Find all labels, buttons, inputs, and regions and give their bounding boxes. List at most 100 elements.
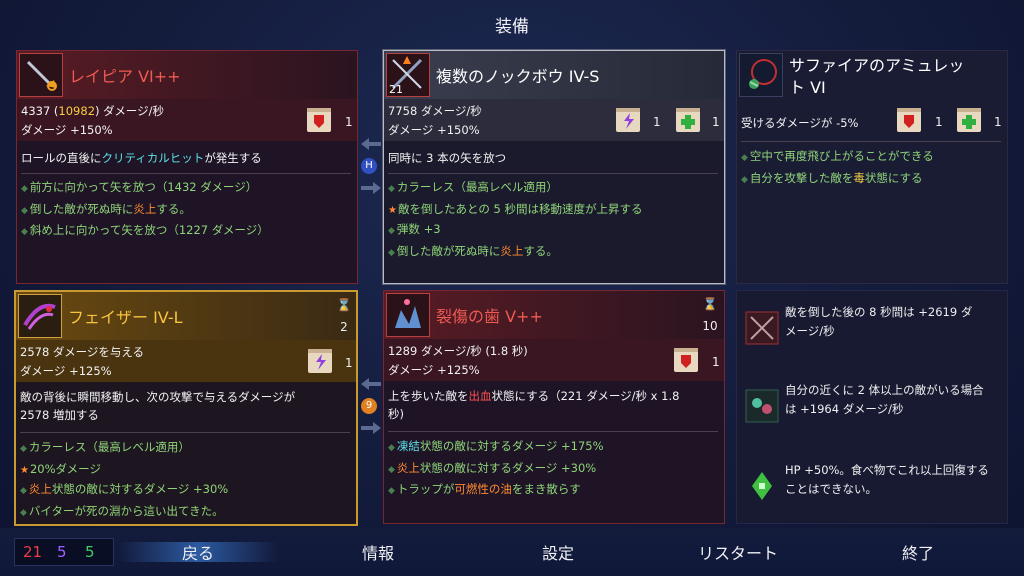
brutality-count: 21 xyxy=(23,543,43,561)
caltrops-header xyxy=(384,291,724,339)
crossbow-level: 21 xyxy=(389,83,403,96)
phaser-card[interactable]: フェイザー IV-L ⌛ 2 2578 ダメージを与える ダメージ +125% … xyxy=(14,290,358,526)
crossbow-card[interactable]: 21 複数のノックボウ IV-S 7758 ダメージ/秒 ダメージ +150% … xyxy=(383,50,725,284)
phaser-name: フェイザー IV-L xyxy=(68,308,183,327)
amulet-stat: 受けるダメージが -5% xyxy=(741,116,859,130)
caltrops-dps: 1289 ダメージ/秒 (1.8 秒) xyxy=(388,344,528,358)
survival-scroll-icon xyxy=(955,105,983,135)
rapier-card[interactable]: レイピア VI++ 4337 (10982) ダメージ/秒 ダメージ +150%… xyxy=(16,50,358,284)
settings-button[interactable]: 設定 xyxy=(498,540,618,564)
crossbow-damage: ダメージ +150% xyxy=(388,123,480,137)
crossbow-description: 同時に 3 本の矢を放つ xyxy=(388,151,507,165)
rapier-scroll-count: 1 xyxy=(345,115,353,129)
swap-left-arrow-icon[interactable] xyxy=(361,376,381,390)
rapier-mods: ◆ 前方に向かって矢を放つ（1432 ダメージ） ◆ 倒した敵が死ぬ時に炎上する。 … xyxy=(21,178,351,243)
restart-button[interactable]: リスタート xyxy=(678,540,798,564)
caltrops-scroll-count: 1 xyxy=(712,355,720,369)
list-item: ◆ バイターが死の淵から這い出てきた。 xyxy=(20,503,224,518)
rapier-dps: 4337 (10982) ダメージ/秒 xyxy=(21,104,164,118)
rapier-name: レイピア VI++ xyxy=(69,67,181,86)
phaser-divider xyxy=(20,432,350,433)
caltrops-damage: ダメージ +125% xyxy=(388,363,480,377)
scroll-counter: 21 5 5 xyxy=(14,538,114,566)
screen-title: 装備 xyxy=(495,17,529,37)
phaser-scroll-count: 1 xyxy=(345,356,353,370)
list-item: ◆ 弾数 +3 xyxy=(388,222,441,236)
caltrops-cooldown: 10 xyxy=(702,319,718,333)
crossbow-name: 複数のノックボウ IV-S xyxy=(436,67,600,86)
rapier-header xyxy=(17,51,357,99)
mutation-item[interactable]: HP +50%。食べ物でこれ以上回復する ことはできない。 xyxy=(741,455,1007,517)
crossbow-mods: ◆ カラーレス（最高レベル適用） ★敵を倒したあとの 5 秒間は移動速度が上昇する… xyxy=(388,178,718,263)
caltrops-divider xyxy=(388,431,718,432)
caltrops-icon xyxy=(386,293,430,337)
amulet-icon xyxy=(739,53,783,97)
list-item: ◆ 前方に向かって矢を放つ（1432 ダメージ） xyxy=(21,180,258,194)
list-item: ◆ 炎上状態の敵に対するダメージ +30% xyxy=(388,460,597,475)
phaser-mods: ◆ カラーレス（最高レベル適用） ★20%ダメージ ◆ 炎上状態の敵に対するダメージ… xyxy=(20,438,350,523)
phaser-header xyxy=(16,292,356,340)
mutations-panel: 敵を倒した後の 8 秒間は +2619 ダメージ/秒 自分の近くに 2 体以上の… xyxy=(736,290,1008,524)
swap-right-arrow-icon[interactable] xyxy=(361,180,381,194)
list-item: ◆ 凍結状態の敵に対するダメージ +175% xyxy=(388,439,604,453)
brutality-scroll-icon xyxy=(305,105,333,135)
back-button[interactable]: 戻る xyxy=(118,540,278,564)
quit-button[interactable]: 終了 xyxy=(858,540,978,564)
phaser-description: 敵の背後に瞬間移動し、次の攻撃で与えるダメージが 2578 増加する xyxy=(20,390,296,422)
green-potion-icon xyxy=(745,469,779,503)
tactics-count: 5 xyxy=(57,543,67,561)
list-item: ◆ 自分を攻撃した敵を毒状態にする xyxy=(741,170,923,185)
amulet-scroll1-count: 1 xyxy=(935,115,943,129)
swap-left-arrow-icon[interactable] xyxy=(361,136,381,150)
mutation-text: 敵を倒した後の 8 秒間は +2619 ダメージ/秒 xyxy=(785,305,973,338)
list-item: ◆ トラップが可燃性の油をまき散らす xyxy=(388,482,581,496)
list-item: ◆ 炎上状態の敵に対するダメージ +30% xyxy=(20,482,229,496)
mutation-text: HP +50%。食べ物でこれ以上回復する ことはできない。 xyxy=(785,463,989,496)
phaser-cooldown: 2 xyxy=(340,320,348,334)
list-item: ◆ 斜め上に向かって矢を放つ（1227 ダメージ） xyxy=(21,223,269,237)
crossbow-divider xyxy=(388,173,718,174)
list-item: ◆ カラーレス（最高レベル適用） xyxy=(388,180,558,194)
survival-count: 5 xyxy=(85,543,95,561)
tactics-scroll-icon xyxy=(614,105,642,135)
hourglass-icon: ⌛ xyxy=(336,298,352,312)
list-item: ◆ 倒した敵が死ぬ時に炎上する。 xyxy=(388,243,558,258)
amulet-mods: ◆ 空中で再度飛び上がることができる ◆ 自分を攻撃した敵を毒状態にする xyxy=(741,147,1001,190)
hourglass-icon: ⌛ xyxy=(702,297,718,311)
crossbow-dps: 7758 ダメージ/秒 xyxy=(388,104,482,118)
amulet-scroll2-count: 1 xyxy=(994,115,1002,129)
rapier-damage: ダメージ +150% xyxy=(21,123,113,137)
list-item: ◆ 倒した敵が死ぬ時に炎上する。 xyxy=(21,201,191,216)
mutation-item[interactable]: 敵を倒した後の 8 秒間は +2619 ダメージ/秒 xyxy=(741,297,1007,359)
caltrops-mods: ◆ 凍結状態の敵に対するダメージ +175% ◆ 炎上状態の敵に対するダメージ +3… xyxy=(388,437,718,502)
list-item: ★20%ダメージ xyxy=(20,461,101,476)
crowd-icon xyxy=(745,389,779,423)
rapier-icon xyxy=(19,53,63,97)
caltrops-name: 裂傷の歯 V++ xyxy=(436,307,543,326)
survival-scroll-icon xyxy=(674,105,702,135)
left-top-gem-icon: H xyxy=(361,158,377,174)
rapier-description: ロールの直後にクリティカルヒットが発生する xyxy=(21,151,262,165)
brutality-scroll-icon xyxy=(895,105,923,135)
phaser-damage-bonus: ダメージ +125% xyxy=(20,364,112,378)
crossbow-icon: 21 xyxy=(386,53,430,97)
left-bottom-gem-icon: 9 xyxy=(361,398,377,414)
crossbow-scroll2-count: 1 xyxy=(712,115,720,129)
mutation-item[interactable]: 自分の近くに 2 体以上の敵がいる場合は +1964 ダメージ/秒 xyxy=(741,375,1007,437)
swap-right-arrow-icon[interactable] xyxy=(361,420,381,434)
info-button[interactable]: 情報 xyxy=(318,540,438,564)
list-item: ◆ カラーレス（最高レベル適用） xyxy=(20,440,190,454)
phaser-damage: 2578 ダメージを与える xyxy=(20,345,145,359)
amulet-name: サファイアのアミュレッ ト VI xyxy=(789,56,965,97)
amulet-card[interactable]: サファイアのアミュレッ ト VI 受けるダメージが -5% 1 1 ◆ 空中で再度… xyxy=(736,50,1008,284)
crossbow-scroll1-count: 1 xyxy=(653,115,661,129)
caltrops-card[interactable]: 裂傷の歯 V++ ⌛ 10 1289 ダメージ/秒 (1.8 秒) ダメージ +… xyxy=(383,290,725,524)
brutality-scroll-icon xyxy=(672,345,700,375)
mutation-text: 自分の近くに 2 体以上の敵がいる場合は +1964 ダメージ/秒 xyxy=(785,383,984,416)
list-item: ◆ 空中で再度飛び上がることができる xyxy=(741,149,934,163)
crossbow-kill-icon xyxy=(745,311,779,345)
phaser-icon xyxy=(18,294,62,338)
tactics-scroll-icon xyxy=(306,346,334,376)
amulet-divider xyxy=(741,141,1001,142)
rapier-divider xyxy=(21,173,351,174)
